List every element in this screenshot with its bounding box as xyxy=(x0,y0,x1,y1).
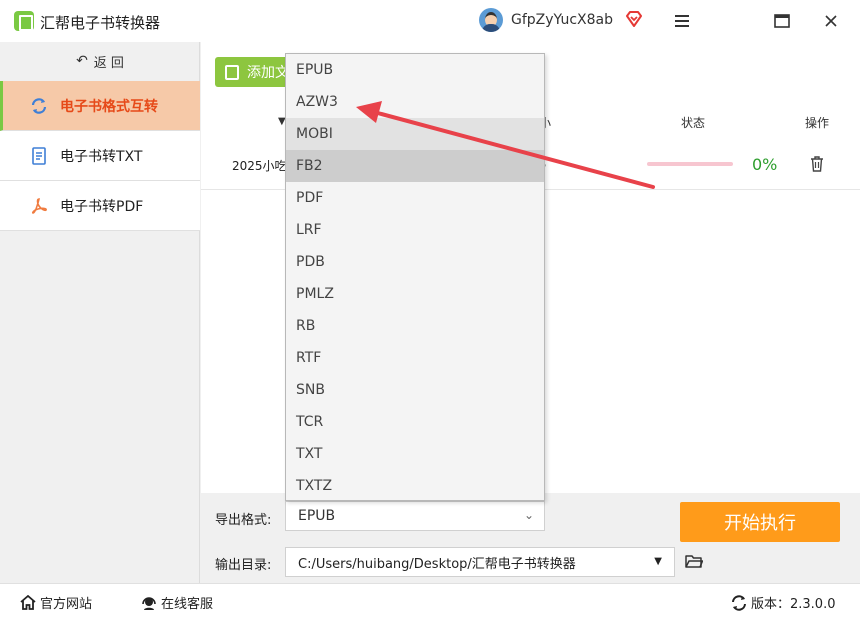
dropdown-option-pdb[interactable]: PDB xyxy=(286,246,544,278)
refresh-icon xyxy=(30,97,48,115)
export-format-label: 导出格式: xyxy=(215,513,272,528)
online-service-link[interactable]: 在线客服 xyxy=(141,593,213,612)
version-label: 版本：2.3.0.0 xyxy=(751,597,836,612)
output-dir-select[interactable]: C:/Users/huibang/Desktop/汇帮电子书转换器 ▼ xyxy=(285,547,675,577)
sidebar-item-label: 电子书转PDF xyxy=(60,198,144,215)
title-bar: 汇帮电子书转换器 GfpZyYucX8ab xyxy=(0,0,860,42)
export-format-value: EPUB xyxy=(298,508,336,524)
dropdown-option-txt[interactable]: TXT xyxy=(286,438,544,470)
folder-open-icon[interactable] xyxy=(685,553,703,569)
dropdown-option-txtz[interactable]: TXTZ xyxy=(286,470,544,500)
official-site-label: 官方网站 xyxy=(40,597,93,612)
column-action: 操作 xyxy=(805,116,830,130)
user-avatar[interactable] xyxy=(479,8,503,32)
sidebar-item-to-pdf[interactable]: 电子书转PDF xyxy=(0,181,200,231)
dropdown-option-pmlz[interactable]: PMLZ xyxy=(286,278,544,310)
add-file-label: 添加文 xyxy=(247,65,289,81)
annotation-arrow xyxy=(356,101,655,189)
txt-document-icon xyxy=(30,146,48,165)
export-format-select[interactable]: EPUB ⌄ xyxy=(285,501,545,531)
dropdown-option-rtf[interactable]: RTF xyxy=(286,342,544,374)
back-label: 返 回 xyxy=(93,55,124,71)
maximize-icon[interactable] xyxy=(769,8,795,34)
home-icon xyxy=(20,595,36,610)
back-button[interactable]: ↶ 返 回 xyxy=(0,42,200,80)
sidebar-item-format-convert[interactable]: 电子书格式互转 xyxy=(0,81,200,131)
dropdown-option-lrf[interactable]: LRF xyxy=(286,214,544,246)
dropdown-option-epub[interactable]: EPUB xyxy=(286,54,544,86)
app-logo-icon xyxy=(14,11,34,31)
app-title: 汇帮电子书转换器 xyxy=(40,14,161,32)
add-file-icon xyxy=(225,64,239,80)
output-dir-label: 输出目录: xyxy=(215,558,272,573)
chevron-down-icon: ⌄ xyxy=(523,508,534,522)
output-options: 导出格式: EPUB ⌄ 输出目录: C:/Users/huibang/Desk… xyxy=(201,493,860,583)
online-service-label: 在线客服 xyxy=(161,597,214,612)
dropdown-option-tcr[interactable]: TCR xyxy=(286,406,544,438)
pdf-icon xyxy=(30,197,48,215)
progress-percent: 0% xyxy=(752,155,778,174)
refresh-icon xyxy=(732,594,746,611)
sidebar-item-label: 电子书转TXT xyxy=(60,148,143,165)
status-bar: 官方网站 在线客服 版本：2.3.0.0 xyxy=(0,583,860,617)
username[interactable]: GfpZyYucX8ab xyxy=(511,12,613,28)
add-file-button[interactable]: 添加文 xyxy=(215,57,295,87)
start-button[interactable]: 开始执行 xyxy=(680,502,840,542)
version-info[interactable]: 版本：2.3.0.0 xyxy=(731,593,835,612)
sidebar-item-to-txt[interactable]: 电子书转TXT xyxy=(0,131,200,181)
caret-down-icon: ▼ xyxy=(654,556,662,567)
menu-icon[interactable] xyxy=(669,8,695,34)
vip-diamond-icon[interactable] xyxy=(625,10,643,28)
dropdown-option-snb[interactable]: SNB xyxy=(286,374,544,406)
sidebar-item-label: 电子书格式互转 xyxy=(60,98,158,115)
back-arrow-icon: ↶ xyxy=(76,53,88,69)
headset-icon xyxy=(142,596,156,610)
dropdown-option-rb[interactable]: RB xyxy=(286,310,544,342)
official-site-link[interactable]: 官方网站 xyxy=(20,593,92,612)
file-name: 2025小吃 xyxy=(232,159,287,173)
output-dir-value: C:/Users/huibang/Desktop/汇帮电子书转换器 xyxy=(298,556,576,572)
column-status: 状态 xyxy=(681,116,706,130)
trash-icon[interactable] xyxy=(810,156,824,172)
sidebar: ↶ 返 回 电子书格式互转 电子书转TXT 电子书转PDF xyxy=(0,42,200,583)
close-icon[interactable] xyxy=(818,8,844,34)
